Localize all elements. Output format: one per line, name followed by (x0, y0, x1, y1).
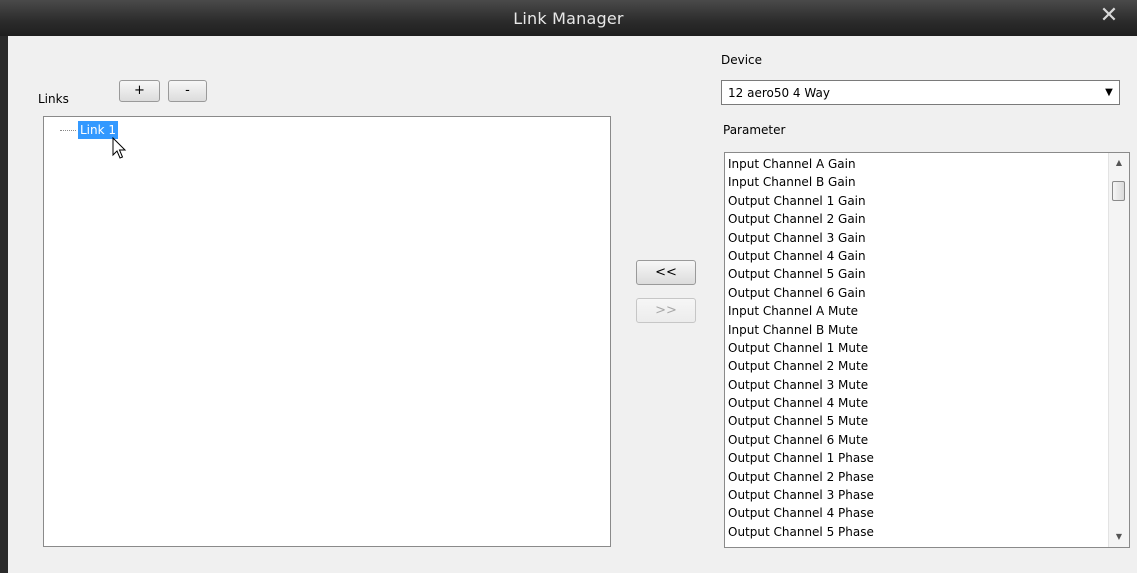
links-tree[interactable]: Link 1 (43, 116, 611, 547)
parameter-label: Parameter (723, 123, 786, 137)
parameter-list-item[interactable]: Output Channel 6 Mute (728, 431, 1107, 449)
parameter-list-item[interactable]: Output Channel 5 Gain (728, 265, 1107, 283)
device-select[interactable]: 12 aero50 4 Way ▼ (721, 80, 1120, 105)
remove-link-button[interactable]: - (168, 80, 207, 102)
parameter-list-item[interactable]: Output Channel 1 Phase (728, 449, 1107, 467)
dialog-body: Links + - Link 1 << >> Device 12 aero50 … (8, 36, 1137, 573)
add-link-button[interactable]: + (119, 80, 160, 102)
parameter-list-item[interactable]: Output Channel 1 Gain (728, 192, 1107, 210)
parameter-list-item[interactable]: Output Channel 3 Gain (728, 229, 1107, 247)
parameter-list[interactable]: Input Channel A Gain Input Channel B Gain… (724, 152, 1130, 548)
mouse-pointer-icon (112, 137, 127, 159)
parameter-list-item[interactable]: Output Channel 5 Phase (728, 523, 1107, 541)
parameter-scrollbar[interactable]: ▲ ▼ (1108, 153, 1129, 547)
parameter-list-item[interactable]: Output Channel 2 Phase (728, 468, 1107, 486)
parameter-list-item[interactable]: Output Channel 4 Mute (728, 394, 1107, 412)
device-label: Device (721, 53, 763, 67)
title-bar: Link Manager ✕ (0, 0, 1137, 36)
scrollbar-thumb[interactable] (1112, 181, 1125, 201)
tree-item-link-1[interactable]: Link 1 (60, 121, 119, 139)
parameter-list-item[interactable]: Input Channel A Mute (728, 302, 1107, 320)
parameter-list-item[interactable]: Output Channel 1 Mute (728, 339, 1107, 357)
parameter-list-item[interactable]: Input Channel A Gain (728, 155, 1107, 173)
parameter-list-item[interactable]: Output Channel 3 Phase (728, 486, 1107, 504)
scroll-down-icon[interactable]: ▼ (1109, 529, 1129, 545)
parameter-list-item[interactable]: Output Channel 5 Mute (728, 412, 1107, 430)
remove-parameter-button[interactable]: >> (636, 298, 696, 323)
parameter-items: Input Channel A Gain Input Channel B Gain… (728, 155, 1107, 541)
window-title: Link Manager (513, 9, 624, 28)
parameter-list-item[interactable]: Output Channel 3 Mute (728, 376, 1107, 394)
parameter-list-item[interactable]: Output Channel 6 Gain (728, 284, 1107, 302)
parameter-list-item[interactable]: Output Channel 4 Gain (728, 247, 1107, 265)
parameter-list-item[interactable]: Output Channel 2 Mute (728, 357, 1107, 375)
tree-connector (60, 129, 76, 131)
parameter-list-item[interactable]: Output Channel 4 Phase (728, 504, 1107, 522)
parameter-list-item[interactable]: Input Channel B Mute (728, 321, 1107, 339)
window-frame (0, 36, 8, 573)
close-icon[interactable]: ✕ (1097, 4, 1121, 28)
chevron-down-icon[interactable]: ▼ (1099, 87, 1119, 98)
device-select-value: 12 aero50 4 Way (728, 85, 830, 100)
scroll-up-icon[interactable]: ▲ (1109, 155, 1129, 171)
parameter-list-item[interactable]: Input Channel B Gain (728, 173, 1107, 191)
parameter-list-item[interactable]: Output Channel 2 Gain (728, 210, 1107, 228)
links-label: Links (38, 92, 69, 106)
add-parameter-button[interactable]: << (636, 260, 696, 285)
